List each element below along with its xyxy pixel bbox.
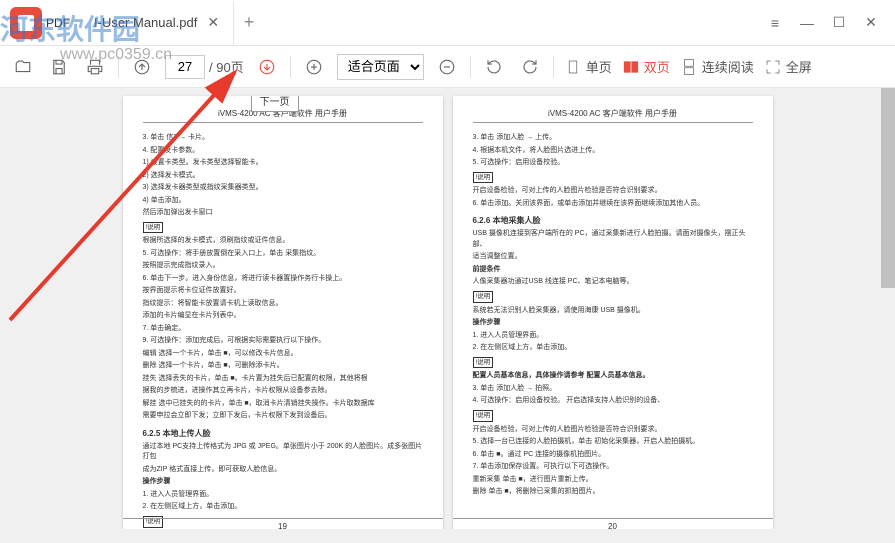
vertical-scrollbar[interactable] xyxy=(881,88,895,529)
continuous-label: 连续阅读 xyxy=(702,57,754,76)
page-total-label: / 90页 xyxy=(209,57,244,76)
tab-close-icon[interactable]: ✕ xyxy=(207,14,219,31)
single-page-label: 单页 xyxy=(586,57,612,76)
app-logo-icon xyxy=(10,7,42,39)
rotate-right-button[interactable] xyxy=(517,54,543,80)
double-page-button[interactable]: 双页 xyxy=(622,57,670,76)
fullscreen-label: 全屏 xyxy=(786,57,812,76)
titlebar: PDF I-User Manual.pdf ✕ + ≡ — ☐ ✕ xyxy=(0,0,895,46)
next-page-button[interactable] xyxy=(254,54,280,80)
page-indicator: / 90页 xyxy=(165,55,244,79)
tab-title: I-User Manual.pdf xyxy=(94,15,197,30)
close-button[interactable]: ✕ xyxy=(857,9,885,37)
rotate-left-button[interactable] xyxy=(481,54,507,80)
maximize-button[interactable]: ☐ xyxy=(825,9,853,37)
divider xyxy=(118,56,119,78)
zoom-in-button[interactable] xyxy=(301,54,327,80)
save-button[interactable] xyxy=(46,54,72,80)
document-viewport: 下一页 iVMS-4200 AC 客户端软件 用户手册 3. 单击 信3 → 卡… xyxy=(0,88,895,543)
open-file-button[interactable] xyxy=(10,54,36,80)
page-header: iVMS-4200 AC 客户端软件 用户手册 xyxy=(473,108,753,123)
app-logo: PDF xyxy=(0,1,80,45)
fullscreen-button[interactable]: 全屏 xyxy=(764,57,812,76)
continuous-button[interactable]: 连续阅读 xyxy=(680,57,754,76)
double-page-label: 双页 xyxy=(644,57,670,76)
pdf-page-right: iVMS-4200 AC 客户端软件 用户手册 3. 单击 添加人脸 → 上传。… xyxy=(453,96,773,541)
zoom-select[interactable]: 适合页面 xyxy=(337,54,424,80)
app-logo-text: PDF xyxy=(46,16,70,30)
zoom-out-button[interactable] xyxy=(434,54,460,80)
page-body: 3. 单击 添加人脸 → 上传。4. 根据本机文件，将人脸图片选进上传。5. 可… xyxy=(473,133,753,498)
prev-page-button[interactable] xyxy=(129,54,155,80)
minimize-button[interactable]: — xyxy=(793,9,821,37)
pdf-page-left: 下一页 iVMS-4200 AC 客户端软件 用户手册 3. 单击 信3 → 卡… xyxy=(123,96,443,541)
toolbar: / 90页 适合页面 单页 双页 连续阅读 全屏 xyxy=(0,46,895,88)
document-tab[interactable]: I-User Manual.pdf ✕ xyxy=(80,1,234,45)
page-body: 3. 单击 信3 → 卡片。4. 配置发卡参数。 1) 设置卡类型。发卡类型选择… xyxy=(143,133,423,541)
horizontal-scrollbar[interactable] xyxy=(0,529,881,543)
scrollbar-thumb[interactable] xyxy=(881,88,895,288)
menu-button[interactable]: ≡ xyxy=(761,9,789,37)
next-page-overlay-button[interactable]: 下一页 xyxy=(251,96,299,112)
add-tab-button[interactable]: + xyxy=(234,12,264,33)
window-controls: ≡ — ☐ ✕ xyxy=(761,9,895,37)
single-page-button[interactable]: 单页 xyxy=(564,57,612,76)
divider xyxy=(553,56,554,78)
page-number-input[interactable] xyxy=(165,55,205,79)
divider xyxy=(470,56,471,78)
print-button[interactable] xyxy=(82,54,108,80)
divider xyxy=(290,56,291,78)
